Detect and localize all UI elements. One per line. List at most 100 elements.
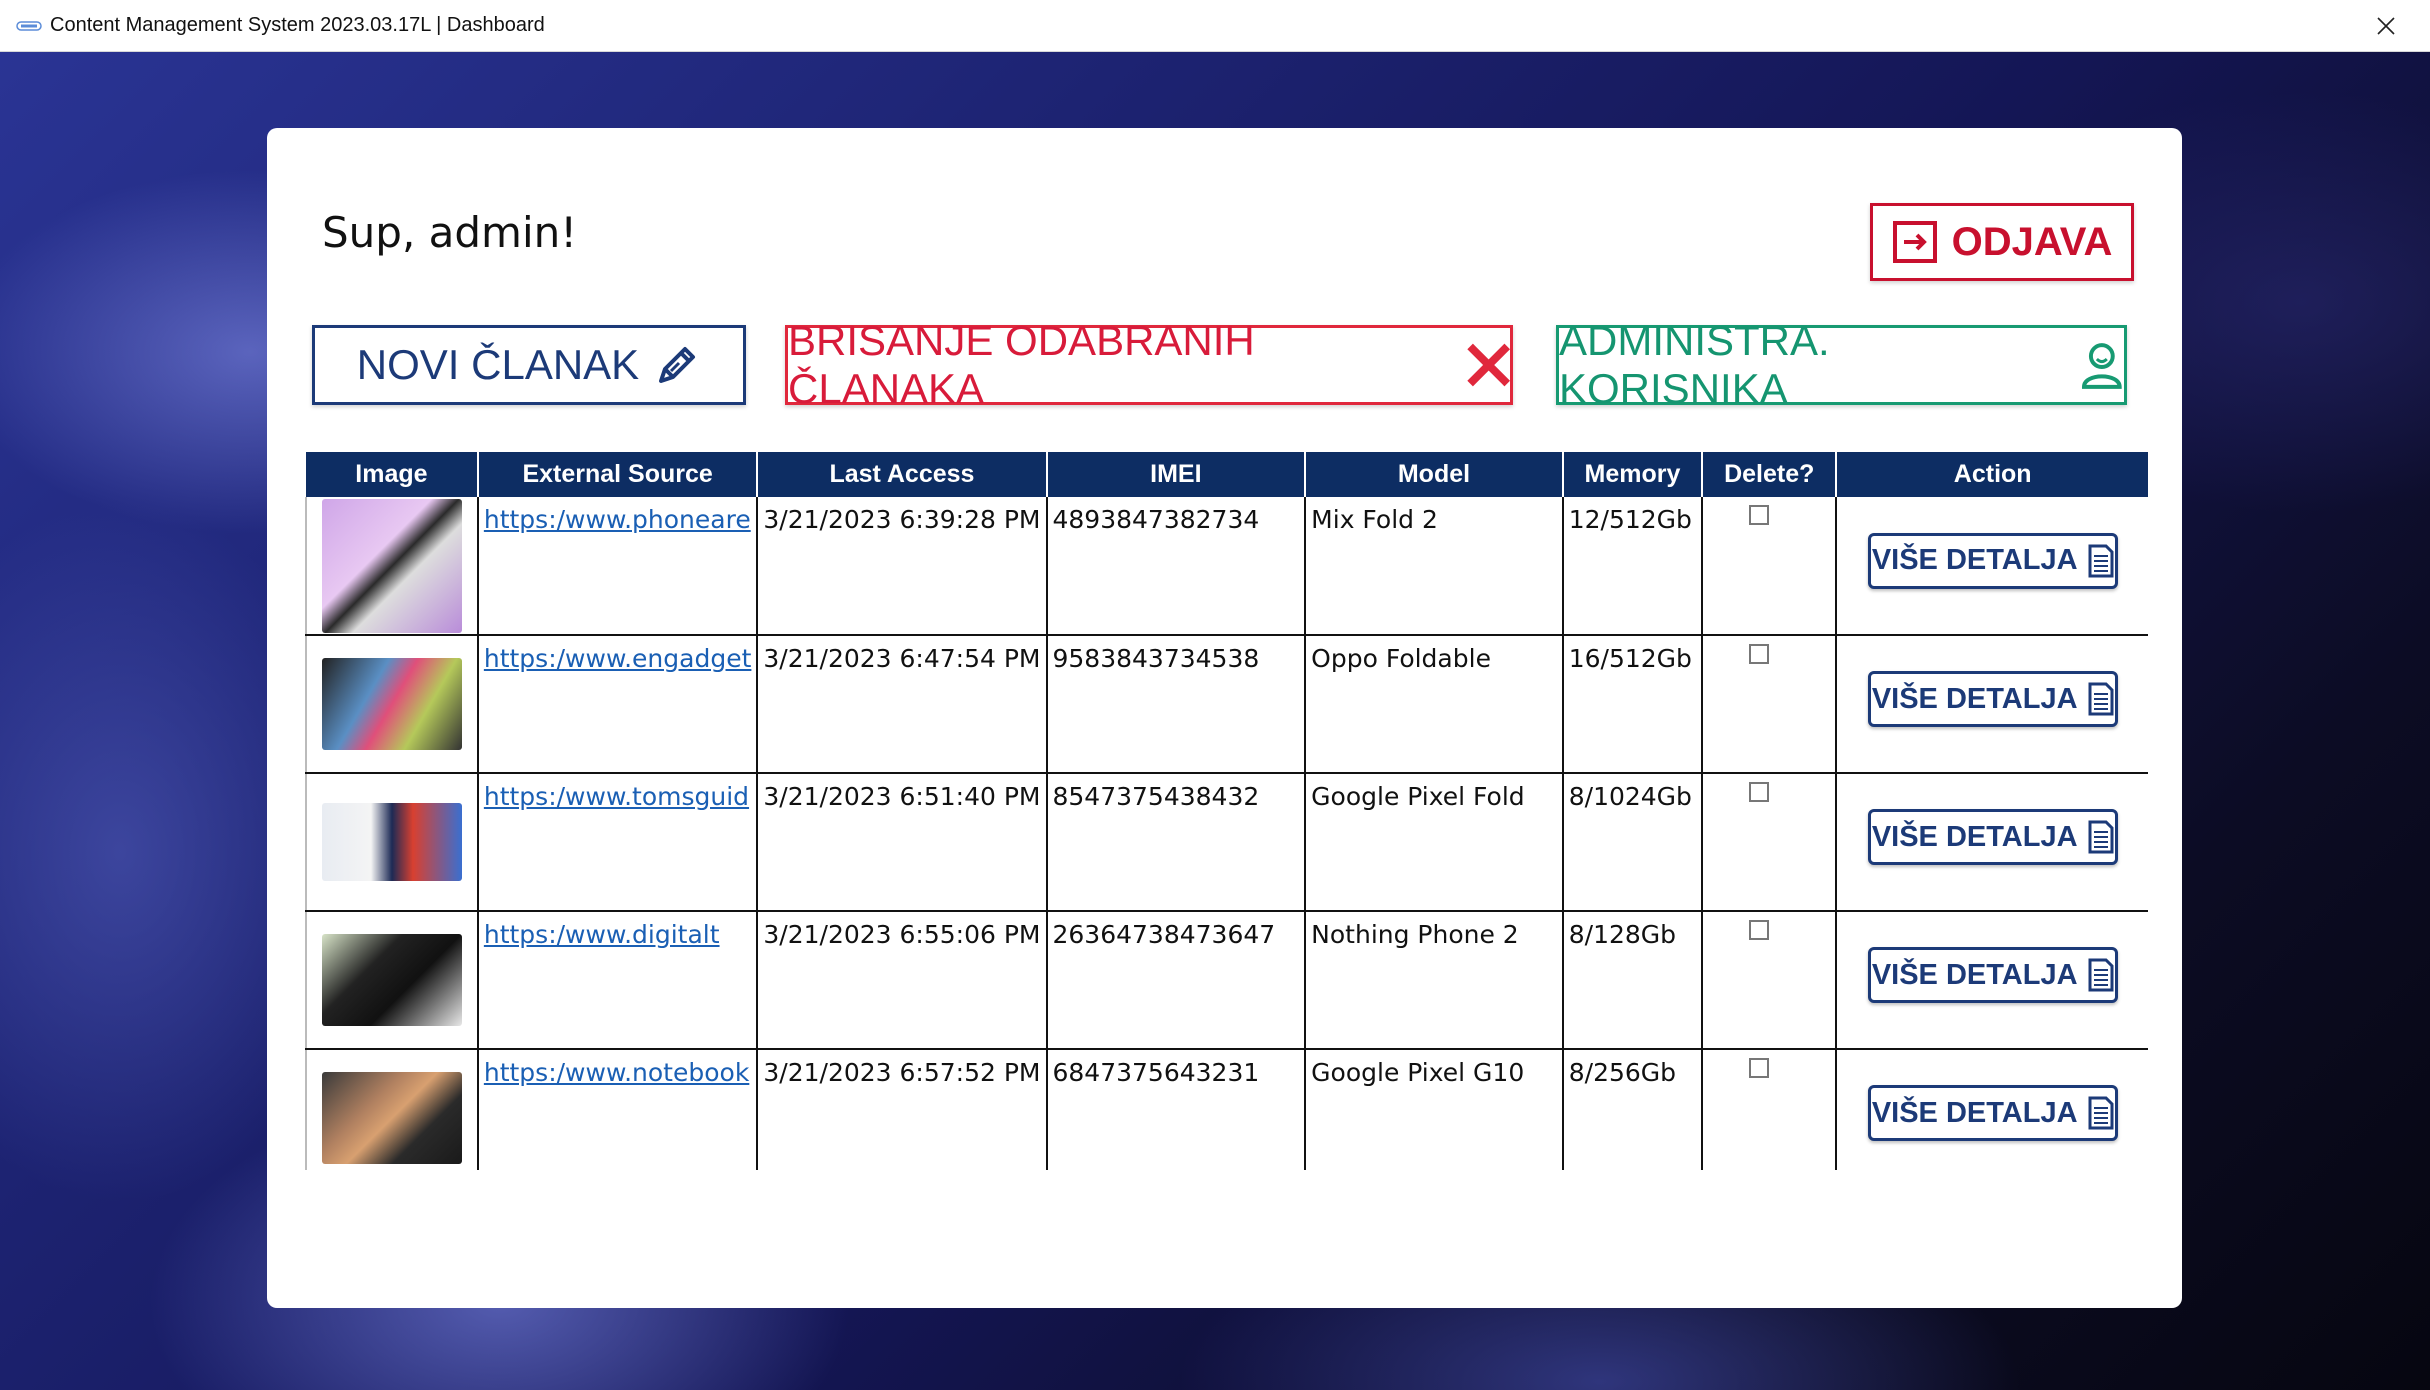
model-cell: Oppo Foldable <box>1305 635 1564 774</box>
document-icon <box>2088 958 2114 992</box>
memory-cell: 16/512Gb <box>1562 635 1704 774</box>
source-cell: https:/www.notebook <box>477 1049 759 1170</box>
document-icon <box>2088 1096 2114 1130</box>
delete-cell <box>1702 911 1838 1050</box>
action-cell: VIŠE DETALJA <box>1836 1049 2148 1170</box>
delete-cell <box>1702 635 1838 774</box>
table-row: https:/www.digitalt 3/21/2023 6:55:06 PM… <box>305 911 2148 1050</box>
details-button[interactable]: VIŠE DETALJA <box>1867 947 2118 1003</box>
table-header-row: Image External Source Last Access IMEI M… <box>306 452 2148 497</box>
app-icon <box>16 19 42 33</box>
last-access-cell: 3/21/2023 6:47:54 PM <box>757 635 1048 774</box>
window-title: Content Management System 2023.03.17L | … <box>50 14 545 36</box>
source-link[interactable]: https:/www.phoneare <box>484 505 751 534</box>
logout-button[interactable]: ODJAVA <box>1870 203 2134 281</box>
greeting: Sup, admin! <box>322 208 578 257</box>
delete-selected-button[interactable]: BRISANJE ODABRANIH ČLANAKA <box>785 317 1513 412</box>
article-thumbnail[interactable] <box>321 498 462 633</box>
imei-cell: 26364738473647 <box>1046 911 1307 1050</box>
title-bar: Content Management System 2023.03.17L | … <box>0 0 2430 52</box>
source-link[interactable]: https:/www.notebook <box>484 1058 749 1087</box>
table-row: https:/www.engadget 3/21/2023 6:47:54 PM… <box>305 635 2148 774</box>
details-label: VIŠE DETALJA <box>1871 958 2078 991</box>
delete-checkbox[interactable] <box>1749 920 1770 940</box>
source-cell: https:/www.tomsguid <box>477 773 759 912</box>
action-cell: VIŠE DETALJA <box>1836 497 2148 636</box>
table-row: https:/www.tomsguid 3/21/2023 6:51:40 PM… <box>305 773 2148 912</box>
delete-checkbox[interactable] <box>1749 505 1770 525</box>
imei-cell: 9583843734538 <box>1046 635 1307 774</box>
column-header[interactable]: IMEI <box>1046 452 1307 497</box>
delete-checkbox[interactable] <box>1749 1058 1770 1078</box>
new-article-label: NOVI ČLANAK <box>356 341 640 388</box>
details-label: VIŠE DETALJA <box>1871 1096 2078 1129</box>
document-icon <box>2088 820 2114 854</box>
article-thumbnail[interactable] <box>321 658 462 750</box>
details-label: VIŠE DETALJA <box>1871 820 2078 853</box>
last-access-cell: 3/21/2023 6:39:28 PM <box>757 497 1048 636</box>
column-header[interactable]: Image <box>306 452 479 497</box>
articles-table: Image External Source Last Access IMEI M… <box>305 452 2148 1170</box>
last-access-cell: 3/21/2023 6:57:52 PM <box>757 1049 1048 1170</box>
source-cell: https:/www.phoneare <box>477 497 759 636</box>
close-icon <box>2377 17 2395 35</box>
image-cell <box>305 635 479 774</box>
delete-cell <box>1702 497 1838 636</box>
x-icon <box>1466 343 1510 387</box>
details-button[interactable]: VIŠE DETALJA <box>1867 1085 2118 1141</box>
delete-cell <box>1702 773 1838 912</box>
pencil-icon <box>659 347 696 383</box>
image-cell <box>305 1049 479 1170</box>
article-thumbnail[interactable] <box>321 1072 462 1164</box>
user-admin-button[interactable]: ADMINISTRA. KORISNIKA <box>1556 317 2127 412</box>
action-cell: VIŠE DETALJA <box>1836 911 2148 1050</box>
source-cell: https:/www.digitalt <box>477 911 759 1050</box>
memory-cell: 8/128Gb <box>1562 911 1704 1050</box>
last-access-cell: 3/21/2023 6:55:06 PM <box>757 911 1048 1050</box>
imei-cell: 6847375643231 <box>1046 1049 1307 1170</box>
article-thumbnail[interactable] <box>321 803 462 881</box>
action-cell: VIŠE DETALJA <box>1836 773 2148 912</box>
memory-cell: 8/256Gb <box>1562 1049 1704 1170</box>
source-link[interactable]: https:/www.tomsguid <box>484 782 749 811</box>
column-header[interactable]: Last Access <box>757 452 1048 497</box>
source-link[interactable]: https:/www.digitalt <box>484 920 720 949</box>
memory-cell: 12/512Gb <box>1562 497 1704 636</box>
article-thumbnail[interactable] <box>321 934 462 1026</box>
user-admin-label: ADMINISTRA. KORISNIKA <box>1559 317 1830 412</box>
source-link[interactable]: https:/www.engadget <box>484 644 752 673</box>
delete-cell <box>1702 1049 1838 1170</box>
details-button[interactable]: VIŠE DETALJA <box>1867 671 2118 727</box>
image-cell <box>305 911 479 1050</box>
column-header[interactable]: Model <box>1305 452 1564 497</box>
dashboard-panel: Sup, admin! ODJAVA NOVI ČLANAK BRISANJE … <box>267 128 2182 1308</box>
column-header[interactable]: Delete? <box>1702 452 1838 497</box>
logout-icon <box>1892 221 1937 263</box>
model-cell: Nothing Phone 2 <box>1305 911 1564 1050</box>
image-cell <box>305 497 479 636</box>
model-cell: Mix Fold 2 <box>1305 497 1564 636</box>
last-access-cell: 3/21/2023 6:51:40 PM <box>757 773 1048 912</box>
details-button[interactable]: VIŠE DETALJA <box>1867 809 2118 865</box>
details-button[interactable]: VIŠE DETALJA <box>1867 532 2118 589</box>
table-row: https:/www.notebook 3/21/2023 6:57:52 PM… <box>305 1049 2148 1170</box>
column-header[interactable]: Action <box>1836 452 2148 497</box>
column-header[interactable]: Memory <box>1562 452 1704 497</box>
details-label: VIŠE DETALJA <box>1871 682 2078 715</box>
delete-checkbox[interactable] <box>1749 644 1770 664</box>
details-label: VIŠE DETALJA <box>1871 544 2078 576</box>
document-icon <box>2088 682 2114 716</box>
table-row: https:/www.phoneare 3/21/2023 6:39:28 PM… <box>305 497 2148 636</box>
delete-checkbox[interactable] <box>1749 782 1770 802</box>
source-cell: https:/www.engadget <box>477 635 759 774</box>
model-cell: Google Pixel Fold <box>1305 773 1564 912</box>
model-cell: Google Pixel G10 <box>1305 1049 1564 1170</box>
image-cell <box>305 773 479 912</box>
memory-cell: 8/1024Gb <box>1562 773 1704 912</box>
imei-cell: 4893847382734 <box>1046 497 1307 636</box>
logout-label: ODJAVA <box>1951 219 2113 264</box>
document-icon <box>2088 544 2114 577</box>
column-header[interactable]: External Source <box>477 452 759 497</box>
close-button[interactable] <box>2356 0 2416 52</box>
new-article-button[interactable]: NOVI ČLANAK <box>312 325 746 405</box>
